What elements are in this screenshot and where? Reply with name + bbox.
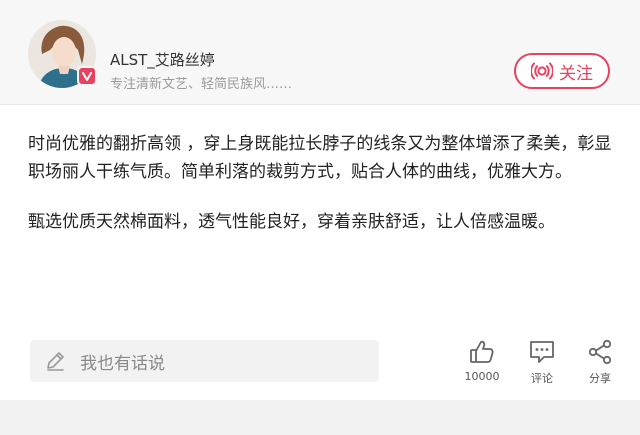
comment-button[interactable]: 评论 [512,338,572,386]
bottom-area [0,400,640,435]
article-content: 时尚优雅的翻折高领 ，穿上身既能拉长脖子的线条又为整体增添了柔美，彰显职场丽人干… [28,130,618,258]
comment-icon [512,338,572,366]
comment-label: 评论 [531,372,553,385]
comment-placeholder: 我也有话说 [80,353,165,374]
share-icon [570,338,630,366]
content-paragraph: 甄选优质天然棉面料，透气性能良好，穿着亲肤舒适，让人倍感温暖。 [28,212,555,232]
content-paragraph: 时尚优雅的翻折高领 ，穿上身既能拉长脖子的线条又为整体增添了柔美，彰显职场丽人干… [28,134,612,182]
v-badge-icon [77,66,97,86]
like-button[interactable]: 10000 [452,338,512,383]
pencil-icon [44,350,66,372]
thumbs-up-icon [452,338,512,366]
comment-input[interactable]: 我也有话说 [30,340,379,382]
share-label: 分享 [589,372,611,385]
author-description: 专注清新文艺、轻简民族风…… [110,77,293,92]
share-button[interactable]: 分享 [570,338,630,386]
follow-label: 关注 [559,63,593,84]
author-name[interactable]: ALST_艾路丝婷 [110,49,215,70]
like-count: 10000 [464,370,500,383]
broadcast-icon [531,61,553,81]
author-header: ALST_艾路丝婷 专注清新文艺、轻简民族风…… 关注 [0,0,640,105]
follow-button[interactable]: 关注 [514,53,610,89]
